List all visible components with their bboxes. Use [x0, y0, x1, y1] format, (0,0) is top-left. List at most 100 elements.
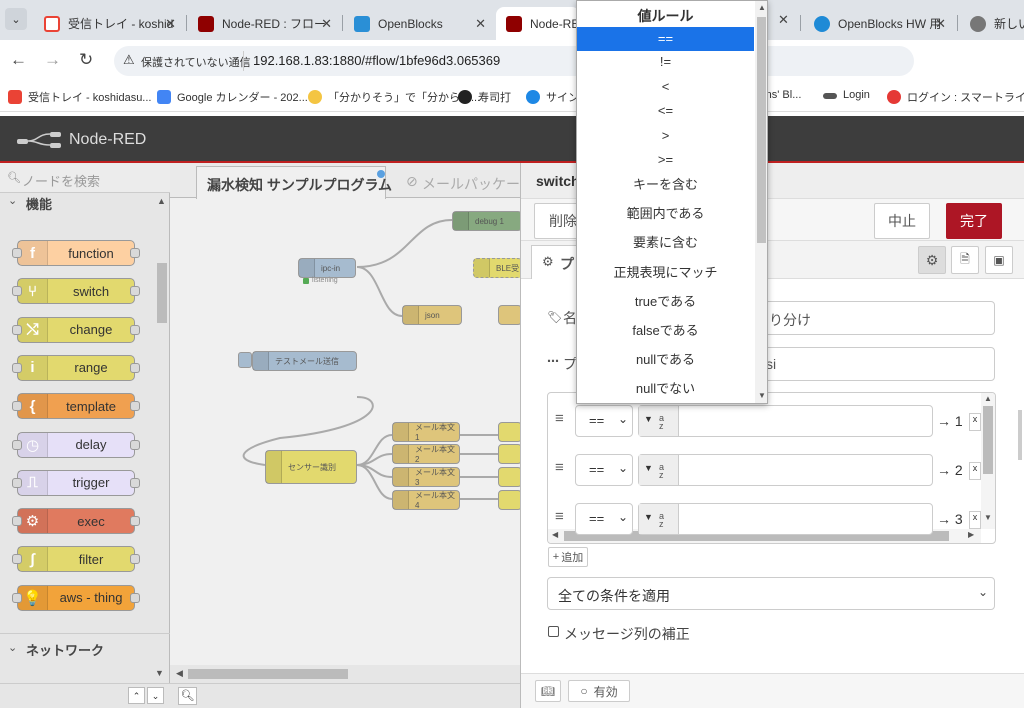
- delete-rule-button[interactable]: x: [969, 413, 981, 431]
- scroll-left-icon[interactable]: ◀: [552, 530, 558, 539]
- close-icon[interactable]: ✕: [165, 16, 176, 32]
- flow-node-change-2[interactable]: [498, 444, 522, 464]
- expand-all-icon[interactable]: ⌄: [147, 687, 164, 704]
- palette-node-change[interactable]: ⤭ change: [12, 316, 140, 343]
- workspace-tab-active[interactable]: 漏水検知 サンプルプログラム: [196, 166, 392, 199]
- dropdown-option[interactable]: nullでない: [577, 378, 754, 400]
- rule-value-input[interactable]: ▼ a z: [638, 405, 933, 437]
- browser-tab-openblocks-hw[interactable]: OpenBlocks HW 用 ✕: [804, 7, 954, 40]
- palette-category-function[interactable]: ⌄ 機能 ▲: [0, 193, 170, 215]
- tab-search-button[interactable]: ⌄: [5, 8, 27, 30]
- reload-icon[interactable]: ↻: [79, 50, 93, 70]
- dropdown-option[interactable]: <: [577, 76, 754, 98]
- delete-rule-button[interactable]: x: [969, 511, 981, 529]
- rule-operator-select[interactable]: == ⌄: [575, 454, 633, 486]
- flow-workspace[interactable]: 漏水検知 サンプルプログラム ⊘ メールパッケー debug 1 ipc-in …: [170, 163, 522, 708]
- description-button[interactable]: 🗎: [951, 246, 979, 274]
- flow-node-json[interactable]: json: [402, 305, 462, 325]
- url-bar[interactable]: ⚠ 保護されていない通信 192.168.1.83:1880/#flow/1bf…: [114, 46, 914, 76]
- flow-node-partial[interactable]: [498, 305, 522, 325]
- flow-node-change-4[interactable]: [498, 490, 522, 510]
- dropdown-option[interactable]: <=: [577, 100, 754, 122]
- palette-node-aws-thing[interactable]: 💡 aws - thing: [12, 584, 140, 611]
- palette-node-range[interactable]: i range: [12, 354, 140, 381]
- appearance-button[interactable]: ▣: [985, 246, 1013, 274]
- palette-node-delay[interactable]: ◷ delay: [12, 431, 140, 458]
- collapse-arrow-icon[interactable]: ▲: [157, 196, 166, 206]
- flow-node-sensor-switch[interactable]: センサー識別: [265, 450, 357, 484]
- flow-node-mail-body-4[interactable]: メール本文4: [392, 490, 460, 510]
- palette-scroll-down-icon[interactable]: ▼: [155, 668, 164, 678]
- bookmark-gmail[interactable]: 受信トレイ - koshidasu...: [8, 89, 151, 105]
- dropdown-option[interactable]: 正規表現にマッチ: [577, 262, 754, 284]
- rule-value-input[interactable]: ▼ a z: [638, 454, 933, 486]
- rule-operator-select[interactable]: == ⌄: [575, 405, 633, 437]
- drag-handle-icon[interactable]: ≡: [555, 459, 564, 476]
- browser-tab-new[interactable]: 新しいタ: [960, 7, 1024, 40]
- done-button[interactable]: 完了: [946, 203, 1002, 239]
- bookmark-sushida[interactable]: 寿司打: [458, 89, 511, 105]
- flow-node-change-1[interactable]: [498, 422, 522, 442]
- scroll-right-icon[interactable]: ▶: [968, 530, 974, 539]
- close-icon[interactable]: ✕: [935, 16, 946, 32]
- flow-node-debug[interactable]: debug 1: [452, 211, 522, 231]
- back-icon[interactable]: ←: [10, 50, 27, 70]
- palette-node-switch[interactable]: ⑂ switch: [12, 278, 140, 305]
- close-icon[interactable]: ✕: [475, 16, 486, 32]
- cancel-button[interactable]: 中止: [874, 203, 930, 239]
- scroll-thumb[interactable]: [983, 406, 993, 474]
- dropdown-option[interactable]: nullである: [577, 349, 754, 371]
- bookmark-smartlight[interactable]: ログイン : スマートライト株...: [887, 89, 1024, 105]
- bookmark-calendar[interactable]: Google カレンダー - 202...: [157, 89, 308, 105]
- palette-search[interactable]: 🔍︎ ノードを検索: [0, 163, 170, 193]
- rule-operator-select[interactable]: == ⌄: [575, 503, 633, 535]
- dropdown-option[interactable]: >: [577, 125, 754, 147]
- workspace-hscroll[interactable]: ◀: [170, 665, 522, 683]
- dropdown-option[interactable]: !=: [577, 51, 754, 73]
- palette-scrollbar[interactable]: [157, 263, 167, 323]
- browser-tab-nodered-active[interactable]: Node-RED : フロー: [496, 7, 580, 40]
- palette-search-input[interactable]: ノードを検索: [22, 171, 100, 190]
- browser-tab-nodered-1[interactable]: Node-RED : フロー ✕: [188, 7, 340, 40]
- browser-tab-gmail[interactable]: 受信トレイ - koshid ✕: [34, 7, 184, 40]
- drag-handle-icon[interactable]: ≡: [555, 410, 564, 427]
- forward-icon[interactable]: →: [44, 50, 61, 70]
- palette-node-exec[interactable]: ⚙ exec: [12, 508, 140, 535]
- apply-mode-select[interactable]: 全ての条件を適用 ⌄: [547, 577, 995, 610]
- palette-category-network[interactable]: ⌄ ネットワーク: [0, 633, 170, 659]
- browser-tab-openblocks[interactable]: OpenBlocks ✕: [344, 7, 494, 40]
- recreate-checkbox[interactable]: [548, 626, 559, 637]
- dropdown-option[interactable]: ==: [577, 27, 754, 51]
- inject-button[interactable]: [238, 352, 252, 368]
- palette-node-template[interactable]: {template: [12, 393, 140, 420]
- flow-node-mail-body-2[interactable]: メール本文2: [392, 444, 460, 464]
- properties-tab[interactable]: ⚙ プ: [531, 245, 581, 279]
- scroll-up-icon[interactable]: ▲: [984, 394, 992, 403]
- rule-value-input[interactable]: ▼ a z: [638, 503, 933, 535]
- dropdown-option[interactable]: 範囲内である: [577, 203, 754, 225]
- flow-node-ble[interactable]: BLE受: [473, 258, 522, 278]
- add-rule-button[interactable]: + 追加: [548, 547, 588, 567]
- close-icon[interactable]: ✕: [321, 16, 332, 32]
- bookmark-wakari[interactable]: 「分かりそう」で「分からな...: [308, 89, 480, 105]
- palette-node-filter[interactable]: ∫ filter: [12, 546, 140, 573]
- node-help-button[interactable]: 📖︎: [535, 680, 561, 702]
- dropdown-option[interactable]: falseである: [577, 320, 754, 342]
- palette-node-function[interactable]: f function: [12, 240, 140, 266]
- drag-handle-icon[interactable]: ≡: [555, 508, 564, 525]
- search-icon[interactable]: 🔍︎: [178, 687, 197, 705]
- scroll-left-icon[interactable]: ◀: [176, 668, 183, 679]
- settings-gear-button[interactable]: ⚙: [918, 246, 946, 274]
- dropdown-option[interactable]: 要素に含む: [577, 232, 754, 254]
- rule-operator-dropdown[interactable]: 値ルール == != < <= > >= キーを含む 範囲内である 要素に含む 正規表現にマッチ t…: [576, 0, 768, 404]
- flow-node-mail-body-1[interactable]: メール本文1: [392, 422, 460, 442]
- close-icon[interactable]: ✕: [778, 12, 789, 28]
- dropdown-scrollbar[interactable]: ▲ ▼: [755, 1, 767, 403]
- flow-node-mail-body-3[interactable]: メール本文3: [392, 467, 460, 487]
- scroll-down-icon[interactable]: ▼: [984, 513, 992, 522]
- delete-rule-button[interactable]: x: [969, 462, 981, 480]
- workspace-tab-mail[interactable]: ⊘ メールパッケー: [396, 166, 522, 198]
- flow-node-ipc-in[interactable]: ipc-in: [298, 258, 356, 278]
- collapse-all-icon[interactable]: ⌃: [128, 687, 145, 704]
- flow-node-change-3[interactable]: [498, 467, 522, 487]
